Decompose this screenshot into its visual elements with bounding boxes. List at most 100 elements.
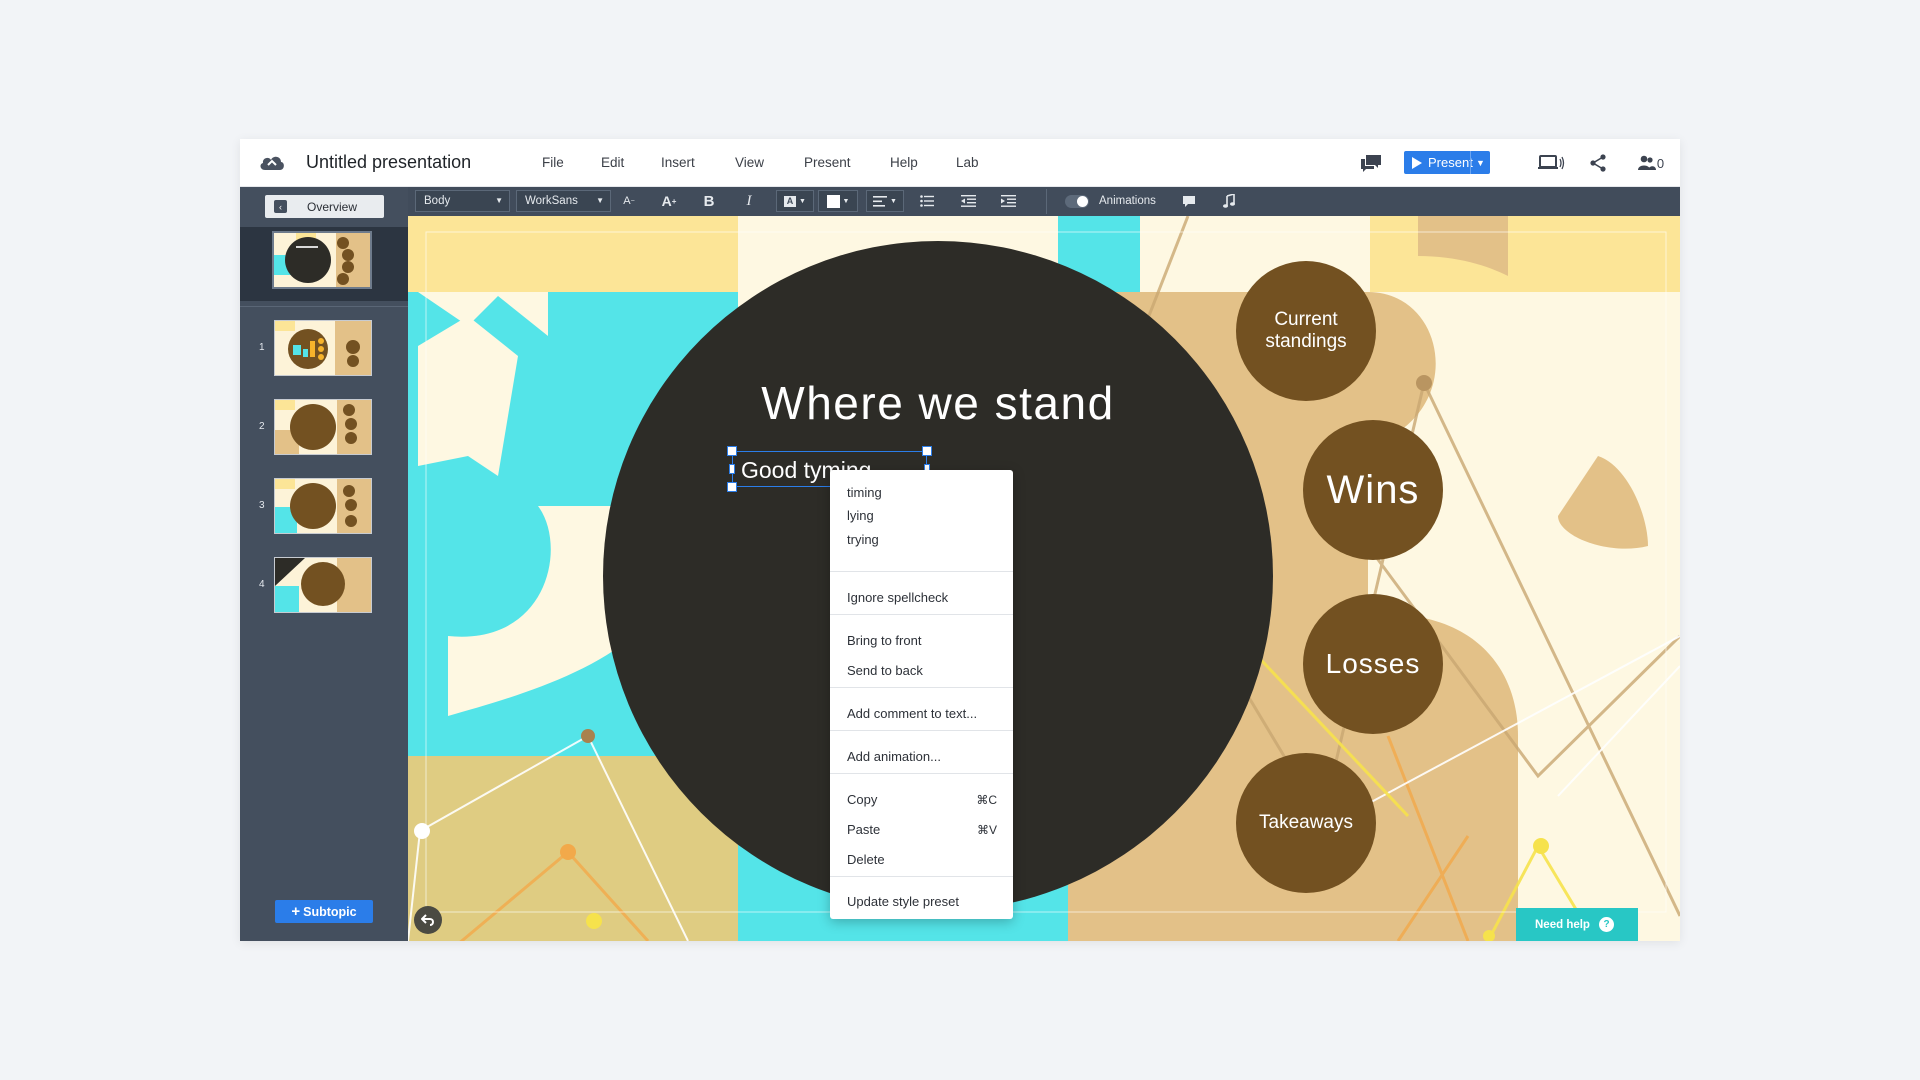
toolbar-divider [1046, 189, 1047, 214]
speech-bubble-icon[interactable] [1178, 190, 1200, 212]
fill-color-button[interactable]: ▼ [818, 190, 858, 212]
topic-circle-losses[interactable]: Losses [1303, 594, 1443, 734]
bullet-list-icon[interactable] [916, 190, 938, 212]
present-button[interactable]: Present ▼ [1404, 151, 1490, 174]
overview-button[interactable]: ‹ Overview [265, 195, 384, 218]
menu-lab[interactable]: Lab [956, 155, 979, 170]
topic-circle-current-standings[interactable]: Current standings [1236, 261, 1376, 401]
present-dropdown-chevron-icon[interactable]: ▼ [1470, 151, 1490, 174]
font-family-select[interactable]: WorkSans ▼ [516, 190, 611, 212]
play-icon [1412, 156, 1422, 169]
spelling-suggestion-item[interactable]: lying [847, 508, 874, 523]
menu-divider [830, 773, 1013, 774]
add-subtopic-button[interactable]: + Subtopic [275, 900, 373, 923]
chevron-down-icon: ▼ [890, 197, 897, 205]
menu-divider [830, 730, 1013, 731]
slide-thumbnail[interactable] [274, 478, 372, 534]
add-animation-item[interactable]: Add animation... [847, 749, 941, 764]
top-bar: Untitled presentation File Edit Insert V… [240, 139, 1680, 187]
align-left-icon [873, 195, 888, 207]
add-comment-item[interactable]: Add comment to text... [847, 706, 977, 721]
chevron-down-icon: ▼ [495, 196, 503, 205]
decrease-font-icon[interactable]: A − [618, 190, 640, 212]
present-label: Present [1428, 155, 1473, 170]
subtopic-label: Subtopic [303, 904, 357, 919]
document-title[interactable]: Untitled presentation [306, 152, 471, 173]
slide-thumbnail-row: 1 [240, 320, 408, 378]
animations-label: Animations [1099, 195, 1156, 207]
help-question-icon: ? [1599, 917, 1614, 932]
overview-label: Overview [307, 199, 358, 214]
slide-thumbnail-row: 2 [240, 399, 408, 457]
bold-icon[interactable]: B [698, 190, 720, 212]
text-color-button[interactable]: A ▼ [776, 190, 814, 212]
menu-help[interactable]: Help [890, 155, 918, 170]
need-help-label: Need help [1535, 918, 1590, 931]
menu-edit[interactable]: Edit [601, 155, 624, 170]
plus-icon: + [291, 903, 301, 920]
chevron-down-icon: ▼ [799, 197, 806, 205]
resize-handle[interactable] [729, 464, 735, 474]
indent-icon[interactable] [997, 190, 1019, 212]
topic-label: Current standings [1265, 309, 1347, 352]
text-style-select[interactable]: Body ▼ [415, 190, 510, 212]
copy-item[interactable]: Copy [847, 792, 997, 807]
menu-insert[interactable]: Insert [661, 155, 695, 170]
need-help-button[interactable]: Need help ? [1516, 908, 1638, 941]
share-icon[interactable] [1586, 151, 1610, 175]
slide-thumbnail[interactable] [274, 557, 372, 613]
menu-present[interactable]: Present [804, 155, 851, 170]
undo-arrow-icon [421, 914, 434, 926]
collaborators-icon[interactable]: 0 [1636, 151, 1666, 175]
paste-item[interactable]: Paste [847, 822, 997, 837]
spelling-suggestion-item[interactable]: timing [847, 485, 882, 500]
resize-handle[interactable] [727, 482, 737, 492]
topic-label: Losses [1325, 648, 1421, 679]
topic-label: Wins [1326, 467, 1420, 512]
slide-thumbnail-row: 4 [240, 557, 408, 615]
send-to-back-item[interactable]: Send to back [847, 663, 923, 678]
topic-circle-takeaways[interactable]: Takeaways [1236, 753, 1376, 893]
devices-icon[interactable] [1536, 151, 1566, 175]
menu-divider [830, 876, 1013, 877]
chevron-down-icon: ▼ [596, 196, 604, 205]
menu-view[interactable]: View [735, 155, 764, 170]
cloud-icon[interactable] [258, 151, 286, 173]
italic-icon[interactable]: I [738, 190, 760, 212]
resize-handle[interactable] [922, 446, 932, 456]
resize-handle[interactable] [727, 446, 737, 456]
slide-title[interactable]: Where we stand [733, 376, 1143, 430]
slide-canvas[interactable]: Where we stand Good tyming Current stand… [408, 216, 1680, 941]
slide-sidebar: ‹ Overview 1 2 3 4 + Subtopic [240, 187, 408, 941]
comments-icon[interactable] [1359, 151, 1383, 175]
slide-thumbnail[interactable] [274, 399, 372, 455]
chevron-left-icon: ‹ [274, 200, 287, 213]
menu-divider [830, 687, 1013, 688]
fill-color-icon [826, 194, 840, 208]
ignore-spellcheck-item[interactable]: Ignore spellcheck [847, 590, 948, 605]
delete-item[interactable]: Delete [847, 852, 885, 867]
topic-circle-wins[interactable]: Wins [1303, 420, 1443, 560]
slide-thumbnail-overview[interactable] [272, 231, 372, 289]
animations-toggle[interactable]: Animations [1065, 190, 1165, 212]
text-color-icon: A [784, 195, 797, 207]
undo-button[interactable] [414, 906, 442, 934]
format-toolbar: Body ▼ WorkSans ▼ A − A + B I A ▼ ▼ ▼ An… [408, 187, 1680, 216]
paste-label: Paste [847, 822, 881, 837]
increase-font-icon[interactable]: A + [658, 190, 680, 212]
chevron-down-icon: ▼ [842, 197, 850, 205]
font-family-value: WorkSans [525, 195, 578, 207]
bring-to-front-item[interactable]: Bring to front [847, 633, 921, 648]
outdent-icon[interactable] [957, 190, 979, 212]
music-note-icon[interactable] [1218, 190, 1240, 212]
toggle-switch [1065, 194, 1089, 208]
slide-thumbnail[interactable] [274, 320, 372, 376]
slide-number: 1 [259, 342, 265, 353]
paste-shortcut: ⌘V [976, 823, 997, 837]
update-style-preset-item[interactable]: Update style preset [847, 894, 959, 909]
menu-file[interactable]: File [542, 155, 564, 170]
align-button[interactable]: ▼ [866, 190, 904, 212]
spelling-suggestion-item[interactable]: trying [847, 532, 879, 547]
context-menu: timing lying trying Ignore spellcheck Br… [830, 470, 1013, 919]
text-style-value: Body [424, 195, 451, 207]
